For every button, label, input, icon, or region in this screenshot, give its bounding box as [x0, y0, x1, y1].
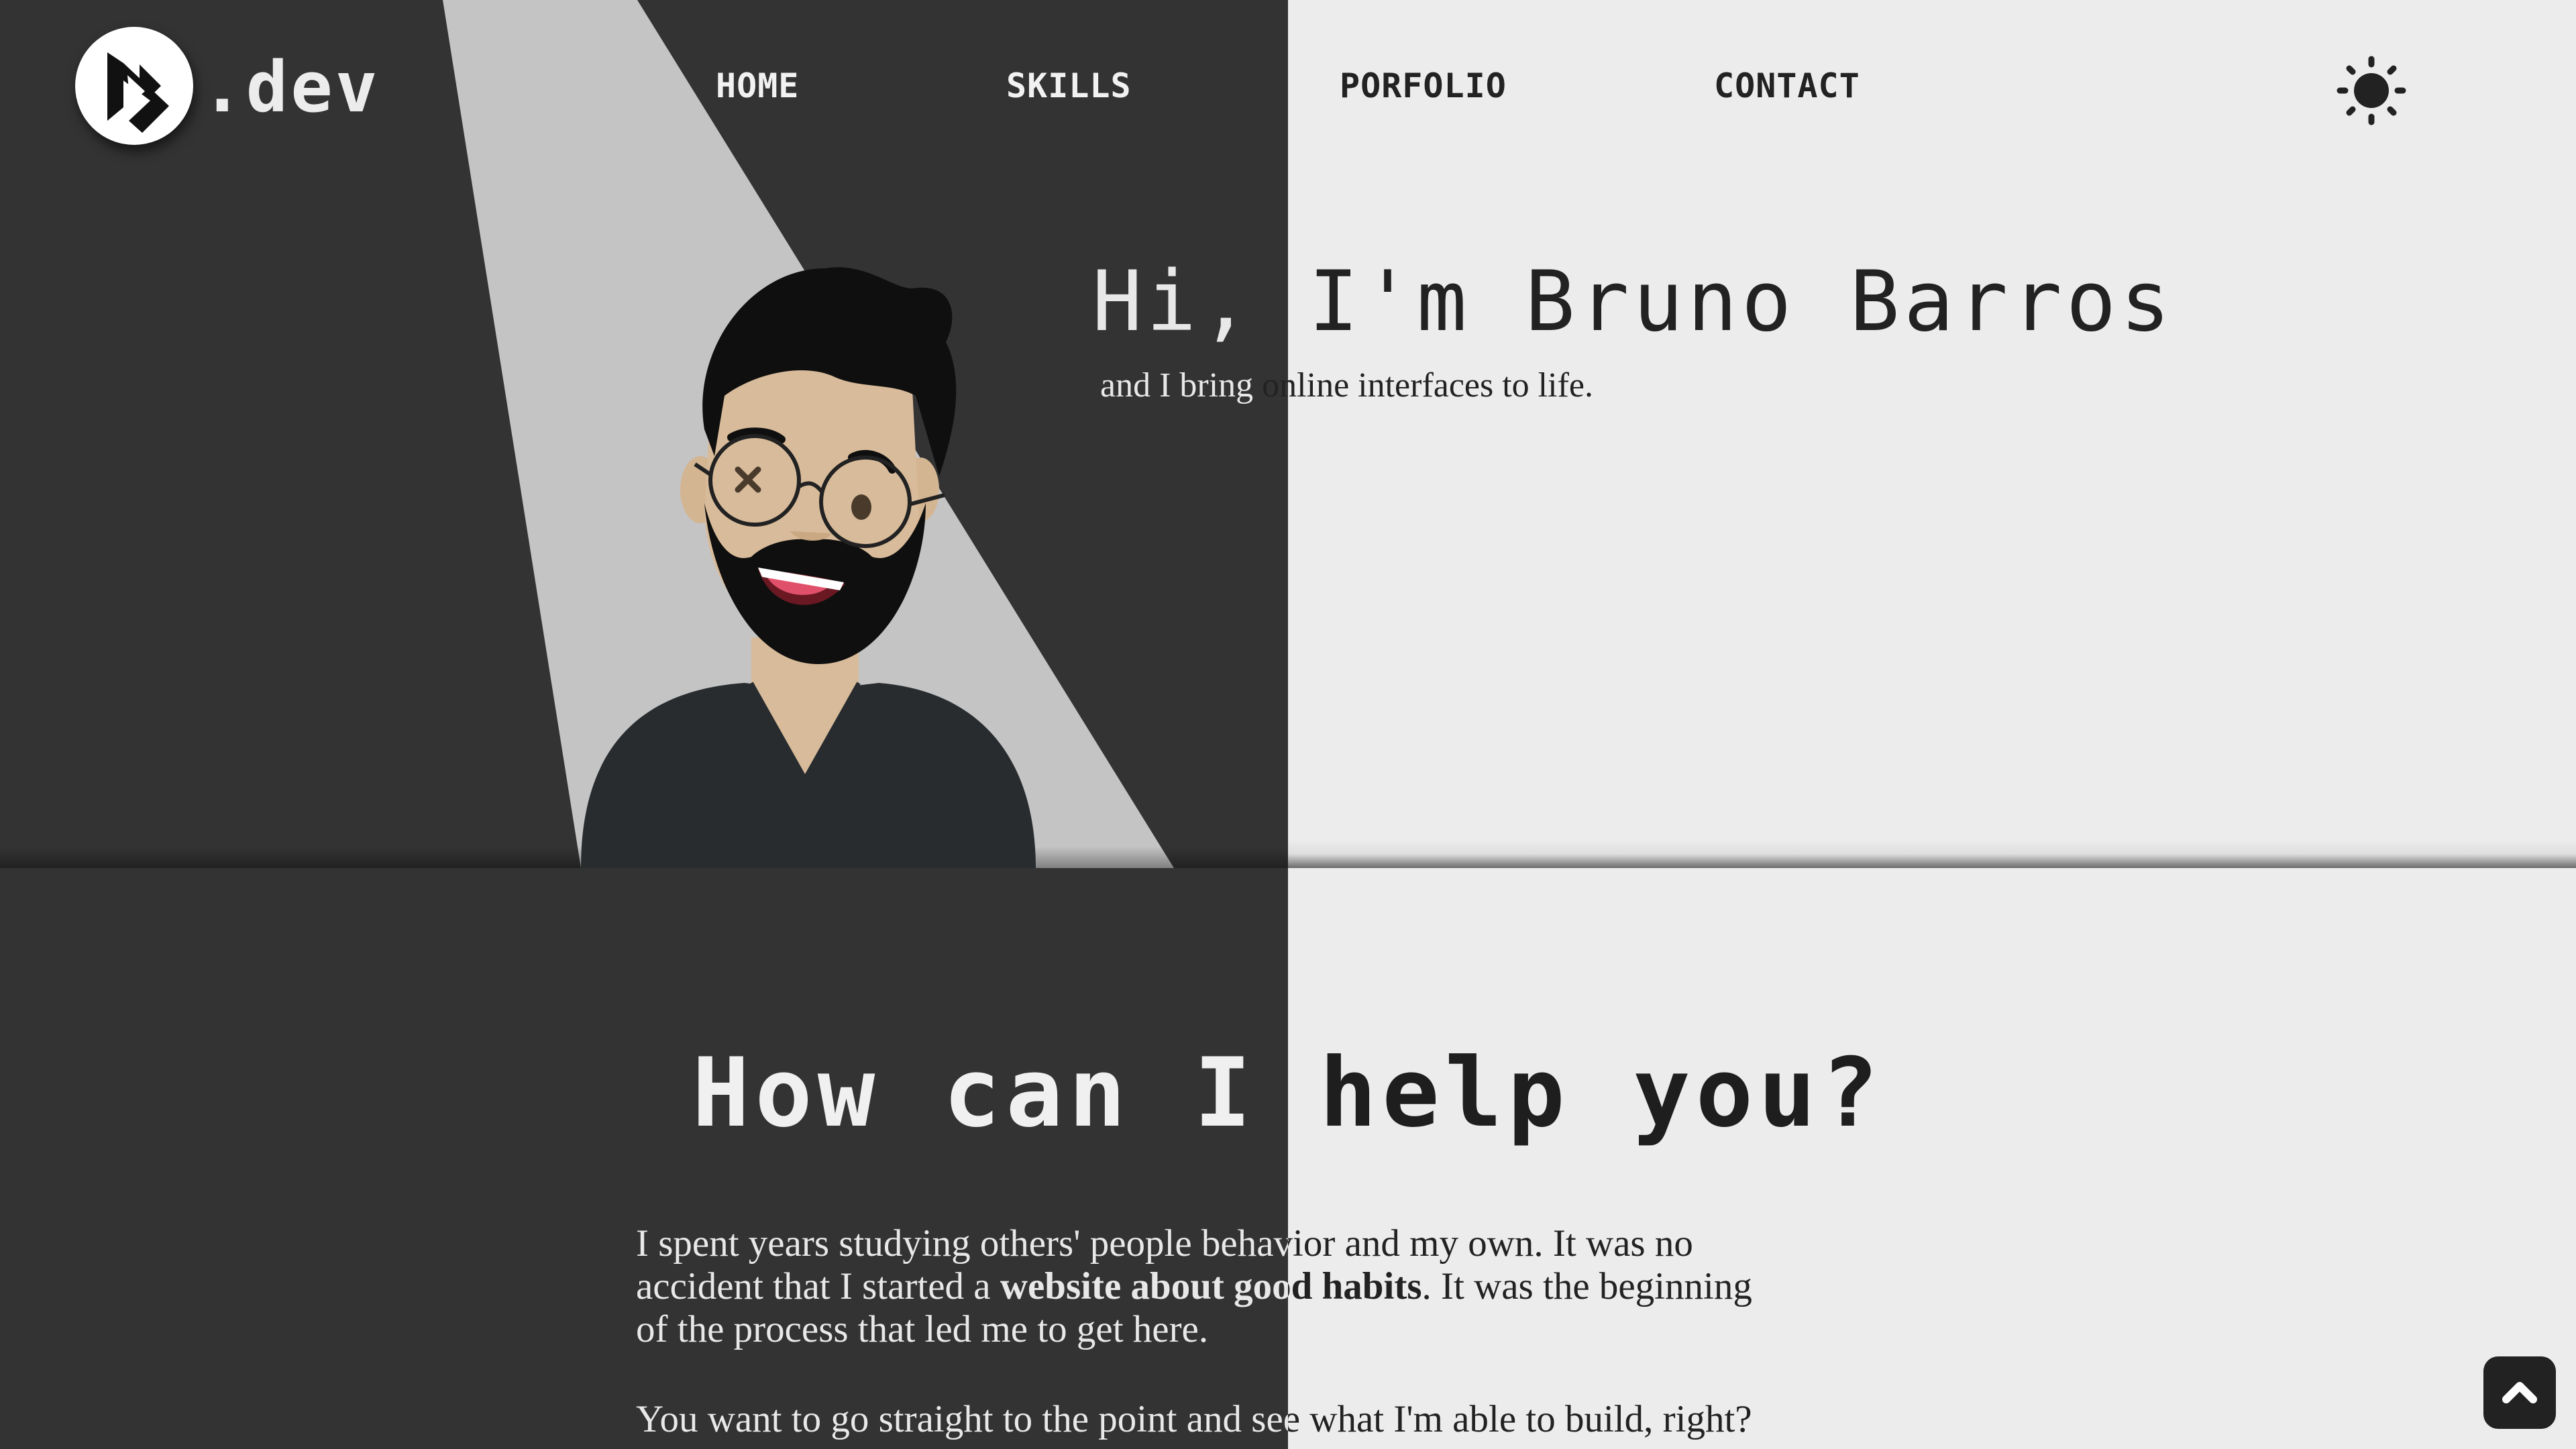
hero-title-part2: I'm Bruno Barros [1308, 254, 2175, 350]
hero-subtitle-part1: and I bring [1100, 366, 1263, 405]
section-title: How can I help you? [0, 1033, 2576, 1154]
logo-text[interactable]: .dev [201, 40, 380, 134]
logo[interactable] [75, 27, 193, 145]
logo-mark-icon [107, 52, 169, 133]
back-to-top-button[interactable] [2483, 1356, 2556, 1429]
second-paragraph: You want to go straight to the point and… [636, 1398, 1951, 1445]
section-shadow-right [1288, 840, 2576, 868]
hero-subtitle-part2: online interfaces to life. [1262, 366, 1593, 405]
section-title-part1: How can I [692, 1038, 1320, 1148]
nav-contact[interactable]: CONTACT [1714, 62, 1860, 110]
hero-title: Hi, I'm Bruno Barros [1092, 255, 2174, 349]
nav-skills[interactable]: SKILLS [1006, 62, 1132, 110]
nav-home[interactable]: HOME [716, 62, 799, 110]
section-title-part2: help you? [1319, 1038, 1884, 1148]
sun-icon [2337, 56, 2406, 125]
intro-line-2-a: accident that I started a [636, 1265, 1000, 1307]
avatar-illustration [581, 267, 1036, 868]
intro-paragraph: I spent years studying others' people be… [636, 1222, 1951, 1356]
intro-line-2-b-dark: . It was the beginning [1421, 1265, 1752, 1307]
nav-portfolio[interactable]: PORFOLIO [1340, 62, 1507, 110]
hero-subtitle: and I bring online interfaces to life. [1100, 362, 1593, 409]
hero-title-part1: Hi, [1092, 254, 1309, 350]
chevron-up-icon [2502, 1382, 2537, 1403]
theme-toggle-button[interactable] [2334, 54, 2408, 127]
